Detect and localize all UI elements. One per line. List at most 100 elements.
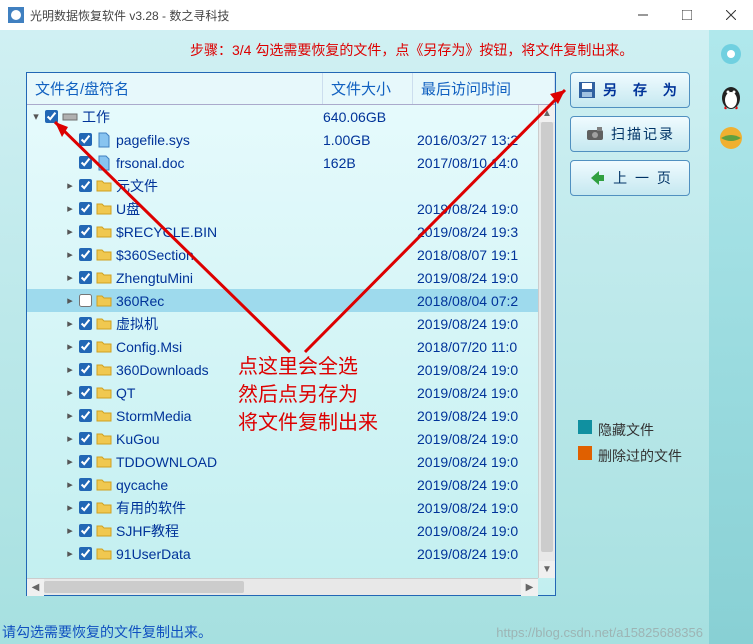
tree-row[interactable]: pagefile.sys1.00GB2016/03/27 13:2 xyxy=(27,128,538,151)
tree-row[interactable]: ▸qycache2019/08/24 19:0 xyxy=(27,473,538,496)
expander-icon[interactable]: ▸ xyxy=(63,202,77,215)
tree-row[interactable]: ▸$RECYCLE.BIN2019/08/24 19:3 xyxy=(27,220,538,243)
checkbox[interactable] xyxy=(79,386,92,399)
legend-deleted: 删除过的文件 xyxy=(598,446,682,466)
checkbox[interactable] xyxy=(79,179,92,192)
expander-icon[interactable]: ▸ xyxy=(63,179,77,192)
file-panel: 文件名/盘符名 文件大小 最后访问时间 ▾工作640.06GBpagefile.… xyxy=(26,72,556,596)
tree-row[interactable]: ▸Config.Msi2018/07/20 11:0 xyxy=(27,335,538,358)
legend: 隐藏文件 删除过的文件 xyxy=(578,420,682,472)
checkbox[interactable] xyxy=(79,455,92,468)
close-button[interactable] xyxy=(709,0,753,30)
expander-icon[interactable]: ▸ xyxy=(63,409,77,422)
watermark: https://blog.csdn.net/a15825688356 xyxy=(496,625,703,640)
expander-icon[interactable]: ▸ xyxy=(63,363,77,376)
camera-icon xyxy=(585,124,605,144)
folder-icon xyxy=(96,224,112,240)
folder-icon xyxy=(96,546,112,562)
checkbox[interactable] xyxy=(79,409,92,422)
checkbox[interactable] xyxy=(79,547,92,560)
checkbox[interactable] xyxy=(45,110,58,123)
expander-icon[interactable]: ▸ xyxy=(63,501,77,514)
checkbox[interactable] xyxy=(79,156,92,169)
col-filesize[interactable]: 文件大小 xyxy=(323,73,413,104)
checkbox[interactable] xyxy=(79,432,92,445)
expander-icon[interactable]: ▸ xyxy=(63,225,77,238)
minimize-button[interactable] xyxy=(621,0,665,30)
checkbox[interactable] xyxy=(79,271,92,284)
footer-hint: 请勾选需要恢复的文件复制出来。 xyxy=(2,622,212,642)
disk-icon xyxy=(62,109,78,125)
tree-row[interactable]: ▸元文件 xyxy=(27,174,538,197)
penguin-icon[interactable] xyxy=(717,82,745,110)
checkbox[interactable] xyxy=(79,478,92,491)
col-filename[interactable]: 文件名/盘符名 xyxy=(27,73,323,104)
folder-icon xyxy=(96,362,112,378)
checkbox[interactable] xyxy=(79,202,92,215)
checkbox[interactable] xyxy=(79,317,92,330)
col-date[interactable]: 最后访问时间 xyxy=(413,73,555,104)
tree-row[interactable]: ▸91UserData2019/08/24 19:0 xyxy=(27,542,538,565)
vertical-scrollbar[interactable]: ▲▼ xyxy=(538,105,555,578)
scan-log-button[interactable]: 扫描记录 xyxy=(570,116,690,152)
expander-icon[interactable]: ▸ xyxy=(63,386,77,399)
tree-row[interactable]: frsonal.doc162B2017/08/10 14:0 xyxy=(27,151,538,174)
expander-icon[interactable]: ▸ xyxy=(63,455,77,468)
tree-root[interactable]: ▾工作640.06GB xyxy=(27,105,538,128)
tree-row[interactable]: ▸ZhengtuMini2019/08/24 19:0 xyxy=(27,266,538,289)
folder-icon xyxy=(96,477,112,493)
file-icon xyxy=(96,155,112,171)
checkbox[interactable] xyxy=(79,501,92,514)
folder-icon xyxy=(96,293,112,309)
expander-icon[interactable]: ▸ xyxy=(63,524,77,537)
tree-row[interactable]: ▸U盘2019/08/24 19:0 xyxy=(27,197,538,220)
globe-icon[interactable] xyxy=(717,124,745,152)
back-button[interactable]: 上 一 页 xyxy=(570,160,690,196)
folder-icon xyxy=(96,431,112,447)
side-icon-column xyxy=(709,30,753,644)
tree-row[interactable]: ▸StormMedia2019/08/24 19:0 xyxy=(27,404,538,427)
expander-icon[interactable]: ▸ xyxy=(63,478,77,491)
checkbox[interactable] xyxy=(79,248,92,261)
expander-icon[interactable]: ▾ xyxy=(29,110,43,123)
checkbox[interactable] xyxy=(79,340,92,353)
folder-icon xyxy=(96,201,112,217)
app-icon xyxy=(8,7,24,23)
horizontal-scrollbar[interactable]: ◀▶ xyxy=(27,578,538,595)
tree-row[interactable]: ▸TDDOWNLOAD2019/08/24 19:0 xyxy=(27,450,538,473)
checkbox[interactable] xyxy=(79,363,92,376)
expander-icon[interactable]: ▸ xyxy=(63,271,77,284)
step-instruction: 步骤：3/4 勾选需要恢复的文件，点《另存为》按钮，将文件复制出来。 xyxy=(0,30,753,66)
tree-row[interactable]: ▸$360Section2018/08/07 19:1 xyxy=(27,243,538,266)
folder-icon xyxy=(96,454,112,470)
gear-icon[interactable] xyxy=(717,40,745,68)
tree-row[interactable]: ▸360Rec2018/08/04 07:2 xyxy=(27,289,538,312)
tree-row[interactable]: ▸有用的软件2019/08/24 19:0 xyxy=(27,496,538,519)
tree-row[interactable]: ▸SJHF教程2019/08/24 19:0 xyxy=(27,519,538,542)
expander-icon[interactable]: ▸ xyxy=(63,547,77,560)
folder-icon xyxy=(96,523,112,539)
expander-icon[interactable]: ▸ xyxy=(63,432,77,445)
checkbox[interactable] xyxy=(79,133,92,146)
save-as-button[interactable]: 另 存 为 xyxy=(570,72,690,108)
expander-icon[interactable]: ▸ xyxy=(63,317,77,330)
file-tree[interactable]: ▾工作640.06GBpagefile.sys1.00GB2016/03/27 … xyxy=(27,105,538,578)
folder-icon xyxy=(96,316,112,332)
checkbox[interactable] xyxy=(79,524,92,537)
folder-icon xyxy=(96,500,112,516)
checkbox[interactable] xyxy=(79,225,92,238)
checkbox[interactable] xyxy=(79,294,92,307)
save-icon xyxy=(577,80,597,100)
folder-icon xyxy=(96,408,112,424)
folder-icon xyxy=(96,178,112,194)
tree-row[interactable]: ▸KuGou2019/08/24 19:0 xyxy=(27,427,538,450)
maximize-button[interactable] xyxy=(665,0,709,30)
tree-row[interactable]: ▸虚拟机2019/08/24 19:0 xyxy=(27,312,538,335)
expander-icon[interactable]: ▸ xyxy=(63,294,77,307)
expander-icon[interactable]: ▸ xyxy=(63,248,77,261)
folder-icon xyxy=(96,270,112,286)
tree-row[interactable]: ▸360Downloads2019/08/24 19:0 xyxy=(27,358,538,381)
tree-row[interactable]: ▸QT2019/08/24 19:0 xyxy=(27,381,538,404)
column-headers: 文件名/盘符名 文件大小 最后访问时间 xyxy=(27,73,555,105)
expander-icon[interactable]: ▸ xyxy=(63,340,77,353)
